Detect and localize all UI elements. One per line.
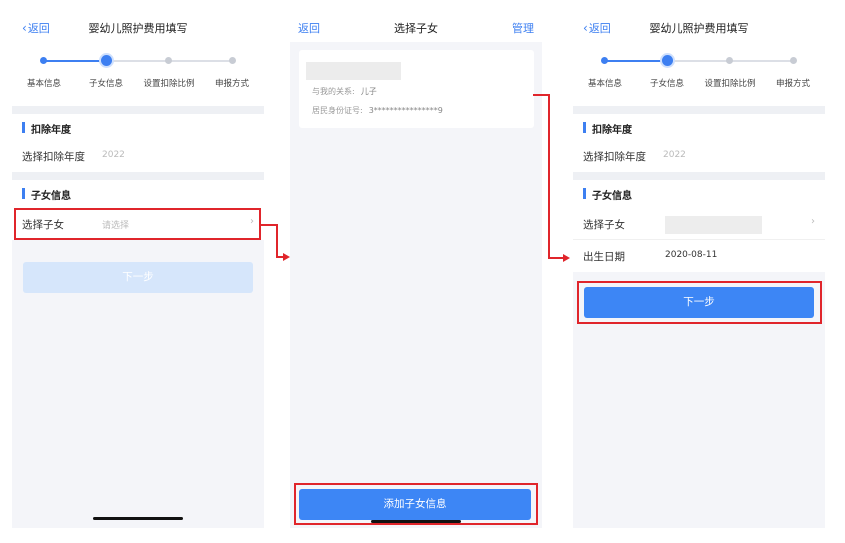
section-header-child: 子女信息 [573, 180, 825, 208]
highlight-add-child [294, 483, 538, 525]
connector-line [548, 257, 564, 259]
nav-bar: ‹返回 婴幼儿照护费用填写 [12, 12, 264, 42]
connector-line [548, 94, 550, 258]
connector-line [533, 94, 549, 96]
step-dot-2 [101, 55, 112, 66]
connector-line [276, 224, 278, 257]
page-title: 选择子女 [394, 22, 438, 35]
year-select-row[interactable]: 选择扣除年度 2022 [12, 140, 264, 172]
id-number: 3****************9 [368, 106, 443, 115]
home-indicator [93, 517, 183, 520]
section-header-child: 子女信息 [12, 180, 264, 208]
next-button-disabled[interactable]: 下一步 [23, 262, 253, 293]
step-dot-2 [662, 55, 673, 66]
child-name-redacted [665, 216, 762, 234]
step-dot-4 [790, 57, 797, 64]
highlight-child-select [14, 208, 261, 240]
arrow-right-icon [563, 254, 570, 262]
manage-button[interactable]: 管理 [512, 20, 534, 36]
nav-bar: 返回 选择子女 管理 [290, 12, 542, 42]
child-card[interactable]: 与我的关系: 儿子 居民身份证号: 3****************9 [299, 50, 534, 128]
step-dot-1 [601, 57, 608, 64]
step-dot-4 [229, 57, 236, 64]
step-label-3: 设置扣除比例 [704, 79, 756, 89]
step-label-1: 基本信息 [587, 79, 622, 89]
step-label-4: 申报方式 [214, 79, 249, 89]
step-indicator: 基本信息 子女信息 设置扣除比例 申报方式 [573, 42, 825, 106]
divider [573, 172, 825, 180]
chevron-right-icon: › [811, 216, 815, 227]
year-value: 2022 [663, 150, 686, 160]
section-header-year: 扣除年度 [12, 114, 264, 142]
child-name-redacted [306, 62, 401, 80]
screen-select-child: 返回 选择子女 管理 与我的关系: 儿子 居民身份证号: 3************… [290, 12, 542, 528]
arrow-right-icon [283, 253, 290, 261]
section-header-year: 扣除年度 [573, 114, 825, 142]
relation-value: 儿子 [360, 87, 377, 96]
step-label-1: 基本信息 [26, 79, 61, 89]
step-dot-3 [726, 57, 733, 64]
birth-date-value: 2020-08-11 [665, 250, 718, 260]
divider [573, 106, 825, 114]
birth-date-row: 出生日期 2020-08-11 [573, 240, 825, 272]
step-label-3: 设置扣除比例 [143, 79, 195, 89]
page-title: 婴幼儿照护费用填写 [649, 22, 749, 35]
step-dot-1 [40, 57, 47, 64]
screen-infant-care-form-filled: ‹返回 婴幼儿照护费用填写 基本信息 子女信息 设置扣除比例 申报方式 扣除年度… [573, 12, 825, 528]
step-line-done [605, 60, 667, 62]
step-label-4: 申报方式 [775, 79, 810, 89]
step-dot-3 [165, 57, 172, 64]
step-label-2: 子女信息 [88, 79, 123, 89]
child-select-row[interactable]: 选择子女 › [573, 208, 825, 240]
nav-bar: ‹返回 婴幼儿照护费用填写 [573, 12, 825, 42]
highlight-next-button [577, 281, 822, 324]
screen-infant-care-form-empty: ‹返回 婴幼儿照护费用填写 基本信息 子女信息 设置扣除比例 申报方式 扣除年度… [12, 12, 264, 528]
divider [12, 106, 264, 114]
connector-line [261, 224, 277, 226]
divider [12, 172, 264, 180]
step-line-done [44, 60, 106, 62]
page-title: 婴幼儿照护费用填写 [88, 22, 188, 35]
year-value: 2022 [102, 150, 125, 160]
step-indicator: 基本信息 子女信息 设置扣除比例 申报方式 [12, 42, 264, 106]
step-label-2: 子女信息 [649, 79, 684, 89]
year-select-row[interactable]: 选择扣除年度 2022 [573, 140, 825, 172]
